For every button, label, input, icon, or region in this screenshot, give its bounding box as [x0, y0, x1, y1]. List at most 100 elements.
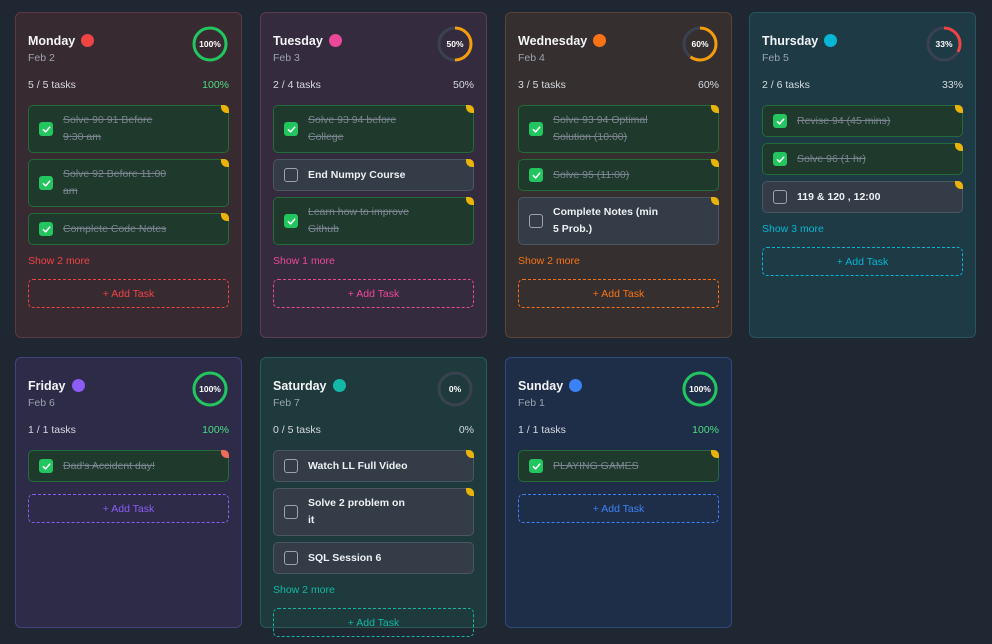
day-card-tuesday: Tuesday Feb 3 50% 2 / 4 tasks 50% Solve 93 94…	[260, 12, 487, 338]
progress-percent: 100%	[199, 384, 221, 394]
day-header: Saturday Feb 7 0%	[273, 358, 474, 416]
completion-percent: 33%	[941, 79, 963, 91]
progress-percent: 33%	[935, 39, 953, 49]
task-checkbox[interactable]	[529, 214, 543, 228]
task-checkbox[interactable]	[773, 152, 787, 166]
show-more-link[interactable]: Show 2 more	[518, 255, 719, 267]
checkmark-icon	[42, 125, 51, 133]
day-card-saturday: Saturday Feb 7 0% 0 / 5 tasks 0% Watch LL Ful…	[260, 357, 487, 637]
task-checkbox[interactable]	[284, 459, 298, 473]
checkmark-icon	[42, 225, 51, 233]
task-checkbox[interactable]	[529, 168, 543, 182]
add-task-button[interactable]: + Add Task	[762, 247, 963, 276]
day-name: Tuesday	[273, 33, 323, 48]
task-item[interactable]: 119 & 120 , 12:00	[762, 181, 963, 213]
add-task-button[interactable]: + Add Task	[273, 279, 474, 308]
task-item[interactable]: End Numpy Course	[273, 159, 474, 191]
completion-percent: 50%	[452, 79, 474, 91]
task-count: 1 / 1 tasks	[518, 424, 566, 436]
day-name: Thursday	[762, 33, 819, 48]
show-more-link[interactable]: Show 2 more	[28, 255, 229, 267]
day-header: Wednesday Feb 4 60%	[518, 13, 719, 71]
day-card-sunday: Sunday Feb 1 100% 1 / 1 tasks 100% PLAYING GA…	[505, 357, 732, 628]
day-name: Saturday	[273, 378, 327, 393]
day-color-dot	[328, 34, 342, 48]
add-task-button[interactable]: + Add Task	[518, 494, 719, 523]
day-header: Sunday Feb 1 100%	[518, 358, 719, 416]
task-count: 5 / 5 tasks	[28, 79, 76, 91]
day-color-dot	[593, 34, 607, 48]
task-checkbox[interactable]	[284, 168, 298, 182]
task-checkbox[interactable]	[773, 190, 787, 204]
task-item[interactable]: Solve 93 94 Optimal Solution (10:00)	[518, 105, 719, 153]
priority-tag	[466, 105, 474, 113]
add-task-button[interactable]: + Add Task	[273, 608, 474, 637]
task-text: Solve 95 (11:00)	[553, 168, 630, 181]
task-count: 3 / 5 tasks	[518, 79, 566, 91]
task-item[interactable]: Watch LL Full Video	[273, 450, 474, 482]
day-color-dot	[71, 379, 85, 393]
task-item[interactable]: PLAYING GAMES	[518, 450, 719, 482]
task-checkbox[interactable]	[39, 122, 53, 136]
task-checkbox[interactable]	[284, 214, 298, 228]
checkmark-icon	[532, 171, 541, 179]
task-item[interactable]: Complete Notes (min 5 Prob.)	[518, 197, 719, 245]
progress-ring: 0%	[436, 370, 474, 408]
show-more-link[interactable]: Show 3 more	[762, 223, 963, 235]
task-checkbox[interactable]	[39, 176, 53, 190]
day-header: Friday Feb 6 100%	[28, 358, 229, 416]
task-item[interactable]: Solve 96 (1 hr)	[762, 143, 963, 175]
task-text: 119 & 120 , 12:00	[797, 190, 881, 203]
task-checkbox[interactable]	[529, 459, 543, 473]
task-text: Solve 93 94 Optimal Solution (10:00)	[553, 114, 648, 143]
task-item[interactable]: Solve 95 (11:00)	[518, 159, 719, 191]
checkmark-icon	[42, 179, 51, 187]
day-name: Friday	[28, 378, 66, 393]
checkmark-icon	[776, 117, 785, 125]
priority-tag	[466, 488, 474, 496]
task-item[interactable]: SQL Session 6	[273, 542, 474, 574]
completion-percent: 100%	[202, 79, 229, 91]
priority-tag	[711, 105, 719, 113]
progress-ring: 100%	[681, 370, 719, 408]
task-checkbox[interactable]	[39, 459, 53, 473]
task-checkbox[interactable]	[284, 122, 298, 136]
task-item[interactable]: Solve 92 Before 11:00 am	[28, 159, 229, 207]
task-item[interactable]: Learn how to improve Github	[273, 197, 474, 245]
task-checkbox[interactable]	[773, 114, 787, 128]
day-name: Wednesday	[518, 33, 588, 48]
task-checkbox[interactable]	[529, 122, 543, 136]
add-task-button[interactable]: + Add Task	[28, 494, 229, 523]
task-item[interactable]: Revise 94 (45 mins)	[762, 105, 963, 137]
priority-tag	[955, 105, 963, 113]
checkmark-icon	[532, 125, 541, 133]
priority-tag	[221, 213, 229, 221]
progress-percent: 100%	[199, 39, 221, 49]
task-item[interactable]: Solve 93 94 before College	[273, 105, 474, 153]
task-count: 2 / 6 tasks	[762, 79, 810, 91]
checkmark-icon	[532, 462, 541, 470]
task-checkbox[interactable]	[39, 222, 53, 236]
task-checkbox[interactable]	[284, 505, 298, 519]
task-text: PLAYING GAMES	[553, 459, 639, 472]
task-text: End Numpy Course	[308, 168, 406, 181]
task-text: Learn how to improve Github	[308, 206, 409, 235]
task-item[interactable]: Solve 90 91 Before 9:30 am	[28, 105, 229, 153]
task-checkbox[interactable]	[284, 551, 298, 565]
show-more-link[interactable]: Show 2 more	[273, 584, 474, 596]
task-stats: 0 / 5 tasks 0%	[273, 416, 474, 444]
task-item[interactable]: Solve 2 problem on it	[273, 488, 474, 536]
show-more-link[interactable]: Show 1 more	[273, 255, 474, 267]
day-card-wednesday: Wednesday Feb 4 60% 3 / 5 tasks 60% Solve 93 …	[505, 12, 732, 338]
priority-tag	[711, 197, 719, 205]
add-task-button[interactable]: + Add Task	[518, 279, 719, 308]
task-text: SQL Session 6	[308, 551, 382, 564]
day-name: Sunday	[518, 378, 564, 393]
progress-percent: 0%	[448, 384, 462, 394]
add-task-button[interactable]: + Add Task	[28, 279, 229, 308]
task-text: Solve 93 94 before College	[308, 114, 397, 143]
task-text: Dad's Accident day!	[63, 459, 155, 472]
task-item[interactable]: Dad's Accident day!	[28, 450, 229, 482]
task-stats: 1 / 1 tasks 100%	[518, 416, 719, 444]
task-item[interactable]: Complete Code Notes	[28, 213, 229, 245]
